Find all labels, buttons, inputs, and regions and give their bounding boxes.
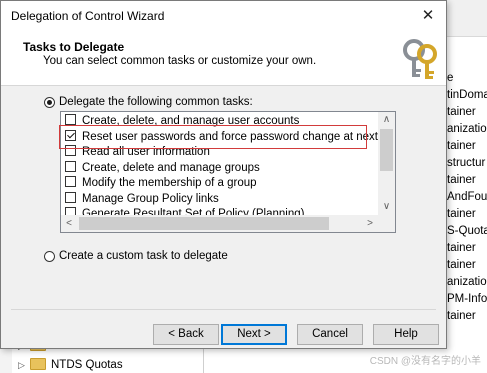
task-checkbox[interactable] bbox=[65, 176, 76, 188]
task-item[interactable]: Reset user passwords and force password … bbox=[65, 129, 396, 145]
back-button[interactable]: < Back bbox=[153, 324, 219, 345]
console-list-item[interactable]: anization bbox=[447, 121, 487, 137]
scroll-thumb[interactable] bbox=[380, 129, 393, 171]
custom-task-label[interactable]: Create a custom task to delegate bbox=[59, 250, 228, 262]
console-list-item[interactable]: structur bbox=[447, 155, 485, 171]
task-checkbox[interactable] bbox=[65, 114, 76, 126]
task-label: Modify the membership of a group bbox=[82, 177, 257, 189]
delegation-wizard-dialog: Delegation of Control Wizard ✕ Tasks to … bbox=[0, 0, 447, 349]
header-title: Tasks to Delegate bbox=[23, 40, 125, 54]
task-label: Reset user passwords and force password … bbox=[82, 130, 396, 143]
horizontal-scrollbar[interactable]: < > bbox=[61, 215, 395, 232]
console-list-item[interactable]: PM-Info bbox=[447, 291, 487, 307]
console-list-item[interactable]: anization bbox=[447, 274, 487, 290]
task-checkbox[interactable] bbox=[65, 145, 76, 157]
folder-icon bbox=[30, 357, 46, 370]
task-label: Create, delete, and manage user accounts bbox=[82, 115, 300, 127]
watermark: CSDN @没有名字的小羊 bbox=[369, 356, 481, 367]
task-item[interactable]: Modify the membership of a group bbox=[65, 176, 257, 191]
console-list-item[interactable]: tainer bbox=[447, 172, 476, 188]
console-list-item[interactable]: tainer bbox=[447, 138, 476, 154]
cancel-button[interactable]: Cancel bbox=[297, 324, 363, 345]
dialog-title: Delegation of Control Wizard bbox=[11, 9, 165, 23]
scroll-left-icon[interactable]: < bbox=[61, 215, 77, 232]
chevron-right-icon[interactable]: ▷ bbox=[18, 357, 30, 373]
scroll-thumb-horizontal[interactable] bbox=[79, 217, 329, 230]
console-list-item[interactable]: tainer bbox=[447, 206, 476, 222]
task-label: Read all user information bbox=[82, 146, 210, 158]
task-checkbox[interactable] bbox=[65, 129, 76, 141]
task-checkbox[interactable] bbox=[65, 160, 76, 172]
title-bar: Delegation of Control Wizard ✕ bbox=[1, 1, 446, 32]
scroll-down-icon[interactable]: ∨ bbox=[378, 199, 395, 215]
scroll-right-icon[interactable]: > bbox=[362, 215, 378, 232]
console-list-item[interactable]: AndFour bbox=[447, 189, 487, 205]
console-list-header bbox=[447, 0, 487, 37]
footer-divider bbox=[11, 309, 436, 310]
close-icon[interactable]: ✕ bbox=[416, 4, 440, 28]
task-label: Manage Group Policy links bbox=[82, 192, 219, 205]
tree-item-label: NTDS Quotas bbox=[51, 359, 123, 371]
console-list-item[interactable]: e bbox=[447, 70, 453, 86]
task-label: Create, delete and manage groups bbox=[82, 161, 260, 174]
task-item[interactable]: Read all user information bbox=[65, 145, 210, 160]
help-button[interactable]: Help bbox=[373, 324, 439, 345]
task-item[interactable]: Create, delete, and manage user accounts bbox=[65, 114, 299, 129]
common-tasks-radio[interactable] bbox=[44, 97, 55, 108]
console-list-item[interactable]: tainer bbox=[447, 104, 476, 120]
wizard-header: Tasks to Delegate You can select common … bbox=[1, 32, 446, 86]
header-subtitle: You can select common tasks or customize… bbox=[43, 55, 317, 67]
console-object-list: etinDomataineranizationtainerstructurtai… bbox=[447, 0, 487, 340]
next-button[interactable]: Next > bbox=[221, 324, 287, 345]
console-list-item[interactable]: tinDoma bbox=[447, 87, 487, 103]
keys-icon bbox=[403, 39, 437, 79]
task-item[interactable]: Create, delete and manage groups bbox=[65, 160, 260, 176]
task-list[interactable]: Create, delete, and manage user accounts… bbox=[60, 111, 396, 233]
custom-task-radio[interactable] bbox=[44, 251, 55, 262]
console-list-item[interactable]: S-Quota bbox=[447, 223, 487, 239]
tree-item-ntds-quotas[interactable]: ▷ NTDS Quotas bbox=[18, 357, 123, 373]
console-list-item[interactable]: tainer bbox=[447, 240, 476, 256]
scroll-up-icon[interactable]: ∧ bbox=[378, 112, 395, 128]
scroll-corner bbox=[378, 215, 395, 232]
vertical-scrollbar[interactable]: ∧ ∨ bbox=[378, 112, 395, 215]
task-checkbox[interactable] bbox=[65, 191, 76, 203]
task-item[interactable]: Manage Group Policy links bbox=[65, 191, 219, 207]
console-list-item[interactable]: tainer bbox=[447, 308, 476, 324]
common-tasks-label[interactable]: Delegate the following common tasks: bbox=[59, 96, 253, 108]
console-list-item[interactable]: tainer bbox=[447, 257, 476, 273]
